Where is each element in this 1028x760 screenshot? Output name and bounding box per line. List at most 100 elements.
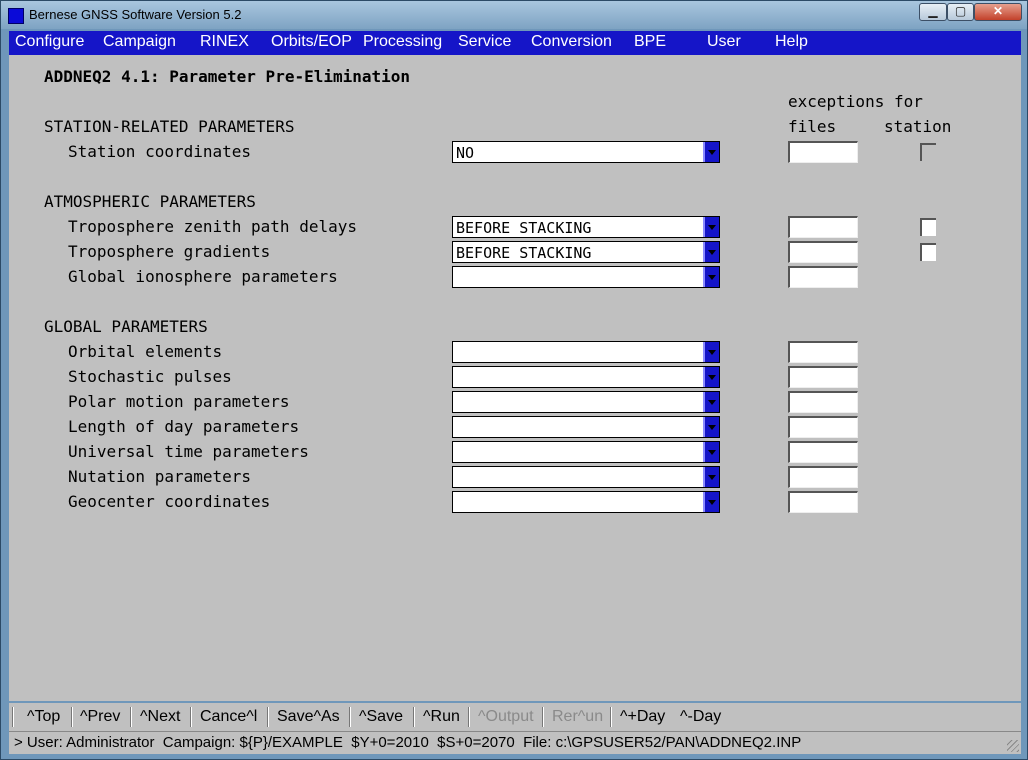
cancel-button[interactable]: Cance^l xyxy=(200,708,257,726)
tropo-zenith-exceptions-field[interactable] xyxy=(788,216,858,238)
global-ionosphere-exceptions-field[interactable] xyxy=(788,266,858,288)
select-value: NO xyxy=(456,144,475,162)
menu-help[interactable]: Help xyxy=(775,33,808,51)
global-ionosphere-select[interactable] xyxy=(452,266,720,288)
station-coordinates-exceptions-field[interactable] xyxy=(788,141,858,163)
resize-grip-icon[interactable] xyxy=(1007,740,1019,752)
app-window: Bernese GNSS Software Version 5.2 ▁ ▢ ✕ … xyxy=(0,0,1028,760)
station-coordinates-select[interactable]: NO xyxy=(452,141,720,163)
row-label-stochastic-pulses: Stochastic pulses xyxy=(68,367,232,386)
tropo-gradients-station-checkbox[interactable] xyxy=(920,243,936,261)
row-label-universal-time: Universal time parameters xyxy=(68,442,309,461)
polar-motion-exceptions-field[interactable] xyxy=(788,391,858,413)
chevron-down-icon[interactable] xyxy=(703,467,719,487)
tropo-gradients-select[interactable]: BEFORE STACKING xyxy=(452,241,720,263)
chevron-down-icon[interactable] xyxy=(703,242,719,262)
chevron-down-icon[interactable] xyxy=(703,417,719,437)
output-button[interactable]: ^Output xyxy=(478,708,534,726)
toolbar-separator xyxy=(542,707,544,727)
minus-day-button[interactable]: ^-Day xyxy=(680,708,721,726)
toolbar-separator xyxy=(610,707,612,727)
section-global: GLOBAL PARAMETERS xyxy=(44,317,208,336)
status-bar: > User: Administrator Campaign: ${P}/EXA… xyxy=(9,731,1021,754)
stochastic-pulses-exceptions-field[interactable] xyxy=(788,366,858,388)
row-label-nutation: Nutation parameters xyxy=(68,467,252,486)
files-header: files xyxy=(788,117,837,136)
chevron-down-icon[interactable] xyxy=(703,392,719,412)
menu-orbits-eop[interactable]: Orbits/EOP xyxy=(271,33,352,51)
row-label-tropo-gradients: Troposphere gradients xyxy=(68,242,271,261)
menu-service[interactable]: Service xyxy=(458,33,511,51)
menu-campaign[interactable]: Campaign xyxy=(103,33,176,51)
menu-configure[interactable]: Configure xyxy=(15,33,84,51)
toolbar-separator xyxy=(468,707,470,727)
geocenter-select[interactable] xyxy=(452,491,720,513)
chevron-down-icon[interactable] xyxy=(703,217,719,237)
row-label-station-coordinates: Station coordinates xyxy=(68,142,252,161)
station-coordinates-station-checkbox xyxy=(920,143,936,161)
chevron-down-icon[interactable] xyxy=(703,342,719,362)
save-button[interactable]: ^Save xyxy=(359,708,403,726)
chevron-down-icon[interactable] xyxy=(703,367,719,387)
menu-rinex[interactable]: RINEX xyxy=(200,33,249,51)
menu-bpe[interactable]: BPE xyxy=(634,33,666,51)
section-atmospheric: ATMOSPHERIC PARAMETERS xyxy=(44,192,256,211)
chevron-down-icon[interactable] xyxy=(703,492,719,512)
toolbar-separator xyxy=(267,707,269,727)
run-button[interactable]: ^Run xyxy=(423,708,460,726)
nutation-exceptions-field[interactable] xyxy=(788,466,858,488)
row-label-geocenter: Geocenter coordinates xyxy=(68,492,271,511)
window-title: Bernese GNSS Software Version 5.2 xyxy=(29,7,242,22)
orbital-elements-exceptions-field[interactable] xyxy=(788,341,858,363)
row-label-length-of-day: Length of day parameters xyxy=(68,417,300,436)
row-label-orbital-elements: Orbital elements xyxy=(68,342,223,361)
geocenter-exceptions-field[interactable] xyxy=(788,491,858,513)
top-button[interactable]: ^Top xyxy=(27,708,60,726)
tropo-zenith-select[interactable]: BEFORE STACKING xyxy=(452,216,720,238)
universal-time-select[interactable] xyxy=(452,441,720,463)
chevron-down-icon[interactable] xyxy=(703,142,719,162)
rerun-button[interactable]: Rer^un xyxy=(552,708,603,726)
toolbar-separator xyxy=(190,707,192,727)
chevron-down-icon[interactable] xyxy=(703,267,719,287)
close-button[interactable]: ✕ xyxy=(974,3,1022,21)
section-station-related: STATION-RELATED PARAMETERS xyxy=(44,117,295,136)
toolbar-separator xyxy=(413,707,415,727)
row-label-tropo-zenith: Troposphere zenith path delays xyxy=(68,217,357,236)
exceptions-header: exceptions for xyxy=(788,92,923,111)
row-label-global-ionosphere: Global ionosphere parameters xyxy=(68,267,338,286)
toolbar-separator xyxy=(71,707,73,727)
menu-user[interactable]: User xyxy=(707,33,741,51)
button-bar: ^Top ^Prev ^Next Cance^l Save^As ^Save ^… xyxy=(9,703,1021,731)
prev-button[interactable]: ^Prev xyxy=(80,708,120,726)
select-value: BEFORE STACKING xyxy=(456,244,592,262)
toolbar-separator xyxy=(130,707,132,727)
select-value: BEFORE STACKING xyxy=(456,219,592,237)
next-button[interactable]: ^Next xyxy=(140,708,180,726)
tropo-zenith-station-checkbox[interactable] xyxy=(920,218,936,236)
tropo-gradients-exceptions-field[interactable] xyxy=(788,241,858,263)
toolbar-separator xyxy=(12,707,14,727)
status-text: > User: Administrator Campaign: ${P}/EXA… xyxy=(14,734,802,751)
orbital-elements-select[interactable] xyxy=(452,341,720,363)
maximize-button[interactable]: ▢ xyxy=(947,3,974,21)
universal-time-exceptions-field[interactable] xyxy=(788,441,858,463)
title-bar[interactable]: Bernese GNSS Software Version 5.2 ▁ ▢ ✕ xyxy=(1,1,1027,29)
stochastic-pulses-select[interactable] xyxy=(452,366,720,388)
app-icon xyxy=(8,8,24,24)
menu-processing[interactable]: Processing xyxy=(363,33,442,51)
menu-conversion[interactable]: Conversion xyxy=(531,33,612,51)
polar-motion-select[interactable] xyxy=(452,391,720,413)
panel-title: ADDNEQ2 4.1: Parameter Pre-Elimination xyxy=(44,67,411,86)
plus-day-button[interactable]: ^+Day xyxy=(620,708,665,726)
row-label-polar-motion: Polar motion parameters xyxy=(68,392,290,411)
minimize-button[interactable]: ▁ xyxy=(919,3,947,21)
station-header: station xyxy=(884,117,952,136)
length-of-day-select[interactable] xyxy=(452,416,720,438)
input-panel: ADDNEQ2 4.1: Parameter Pre-Elimination e… xyxy=(9,55,1021,701)
length-of-day-exceptions-field[interactable] xyxy=(788,416,858,438)
chevron-down-icon[interactable] xyxy=(703,442,719,462)
save-as-button[interactable]: Save^As xyxy=(277,708,340,726)
nutation-select[interactable] xyxy=(452,466,720,488)
toolbar-separator xyxy=(349,707,351,727)
